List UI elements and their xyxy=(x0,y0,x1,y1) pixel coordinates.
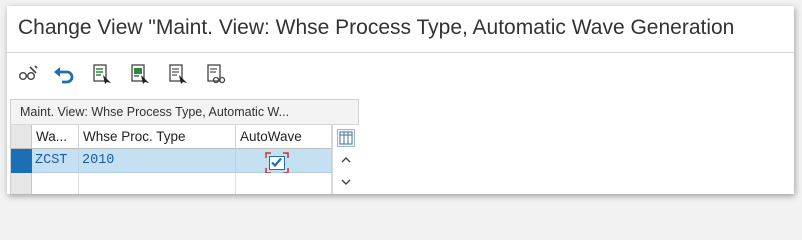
checkmark-icon xyxy=(271,157,282,168)
table-settings-button[interactable] xyxy=(337,129,355,147)
select-block-icon xyxy=(131,64,149,84)
table-title: Maint. View: Whse Process Type, Automati… xyxy=(20,105,290,119)
cell-empty[interactable] xyxy=(236,173,332,194)
select-all-button[interactable] xyxy=(89,61,115,87)
select-block-button[interactable] xyxy=(127,61,153,87)
column-header-whse-proc-type[interactable]: Whse Proc. Type xyxy=(79,125,236,149)
autowave-checkbox[interactable] xyxy=(269,156,285,170)
deselect-all-button[interactable] xyxy=(165,61,191,87)
sap-window: Change View "Maint. View: Whse Process T… xyxy=(7,6,794,194)
glasses-pencil-icon xyxy=(19,65,38,80)
cell-empty[interactable] xyxy=(32,173,79,194)
application-toolbar xyxy=(7,53,794,93)
table-title-bar: Maint. View: Whse Process Type, Automati… xyxy=(11,100,358,125)
display-change-button[interactable] xyxy=(15,61,41,87)
table-settings-icon xyxy=(339,131,353,145)
page-title: Change View "Maint. View: Whse Process T… xyxy=(18,16,735,39)
deselect-all-icon xyxy=(169,64,187,84)
vertical-scrollbar[interactable] xyxy=(332,125,359,194)
table-control: Maint. View: Whse Process Type, Automati… xyxy=(10,99,359,194)
row-selector-empty[interactable] xyxy=(11,173,32,194)
cell-warehouse[interactable]: ZCST xyxy=(32,149,79,173)
title-bar: Change View "Maint. View: Whse Process T… xyxy=(7,6,794,53)
select-all-rows-cell[interactable] xyxy=(11,125,32,149)
scroll-up-icon[interactable] xyxy=(333,153,359,167)
print-view-icon xyxy=(207,64,226,84)
column-header-autowave[interactable]: AutoWave xyxy=(236,125,332,149)
undo-button[interactable] xyxy=(51,61,77,87)
row-selector[interactable] xyxy=(11,149,32,173)
cell-proc-type[interactable]: 2010 xyxy=(79,149,236,173)
print-preview-button[interactable] xyxy=(203,61,229,87)
undo-icon xyxy=(54,67,74,84)
select-all-icon xyxy=(93,64,111,84)
scroll-down-icon[interactable] xyxy=(333,175,359,189)
column-header-wa[interactable]: Wa... xyxy=(32,125,79,149)
cell-empty[interactable] xyxy=(79,173,236,194)
